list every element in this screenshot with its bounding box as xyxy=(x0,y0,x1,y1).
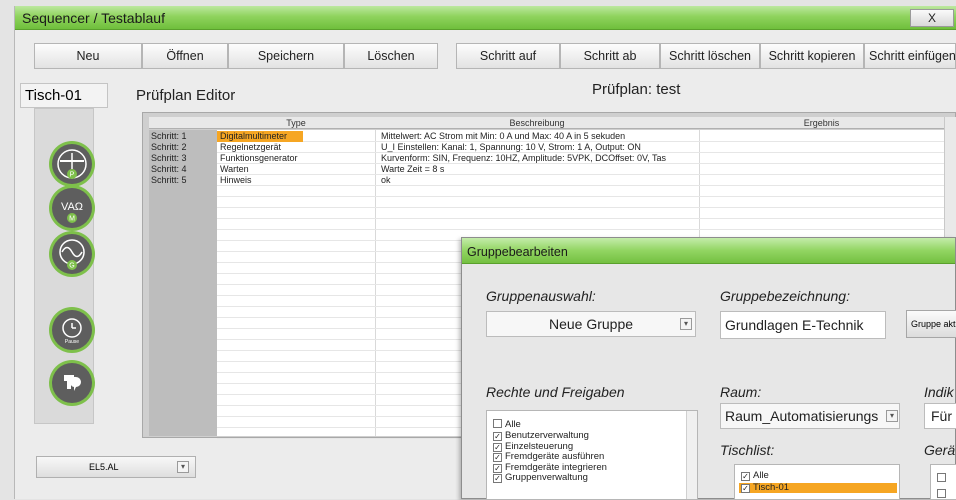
cell-description[interactable]: Kurvenform: SIN, Frequenz: 10HZ, Amplitu… xyxy=(375,153,699,164)
step-delete-button[interactable]: Schritt löschen xyxy=(660,43,760,69)
device-checkbox[interactable] xyxy=(937,473,946,482)
hint-icon[interactable] xyxy=(52,363,92,403)
checkbox[interactable]: ✓ xyxy=(493,463,502,473)
function-generator-icon[interactable]: G xyxy=(52,234,92,274)
column-header-description[interactable]: Beschreibung xyxy=(375,117,699,129)
rights-item-label: Benutzerverwaltung xyxy=(505,430,589,441)
chevron-down-icon[interactable]: ▾ xyxy=(177,461,189,473)
table-list-item[interactable]: ✓ Tisch-01 xyxy=(739,483,897,493)
editor-title: Prüfplan Editor xyxy=(136,87,236,104)
multimeter-text: VAΩ xyxy=(61,201,83,213)
checkbox[interactable]: ✓ xyxy=(493,442,502,452)
rights-item-label: Gruppenverwaltung xyxy=(505,472,588,483)
table-list-item[interactable]: ✓ Alle xyxy=(739,471,897,481)
cell-description[interactable]: Mittelwert: AC Strom mit Min: 0 A und Ma… xyxy=(375,131,699,142)
cell-type[interactable]: Hinweis xyxy=(217,175,375,186)
step-copy-button[interactable]: Schritt kopieren xyxy=(760,43,864,69)
close-button[interactable]: X xyxy=(910,9,954,27)
step-up-button[interactable]: Schritt auf xyxy=(456,43,560,69)
column-header-type[interactable]: Type xyxy=(217,117,375,129)
group-name-label: Gruppebezeichnung: xyxy=(720,288,850,304)
new-button[interactable]: Neu xyxy=(34,43,142,69)
multimeter-badge: M xyxy=(69,216,75,223)
plan-label-text: Prüfplan: xyxy=(592,81,653,98)
chevron-down-icon[interactable]: ▾ xyxy=(680,318,692,330)
checkbox[interactable]: ✓ xyxy=(741,484,750,493)
rights-item[interactable]: ✓ Einzelsteuerung xyxy=(493,440,574,452)
rights-list[interactable]: Alle ✓ Benutzerverwaltung ✓ Einzelsteuerung ✓… xyxy=(486,410,698,500)
table-list-item-label: Tisch-01 xyxy=(753,482,790,493)
function-generator-badge: G xyxy=(69,263,74,270)
row-label[interactable]: Schritt: 4 xyxy=(151,164,215,175)
checkbox[interactable]: ✓ xyxy=(493,432,502,441)
pause-badge: Pause xyxy=(65,339,79,345)
row-label[interactable]: Schritt: 2 xyxy=(151,142,215,153)
group-select[interactable]: Neue Gruppe xyxy=(486,311,696,337)
plan-name: test xyxy=(656,81,681,98)
delete-button[interactable]: Löschen xyxy=(344,43,438,69)
power-supply-icon[interactable]: P xyxy=(52,144,92,184)
table-list[interactable]: ✓ Alle ✓ Tisch-01 xyxy=(734,464,900,500)
multimeter-icon[interactable]: VAΩ M xyxy=(52,188,92,228)
window-titlebar: Sequencer / Testablauf X xyxy=(15,6,956,30)
table-list-label: Tischlist: xyxy=(720,442,775,458)
devices-label: Gerä xyxy=(924,442,956,458)
devices-list[interactable] xyxy=(930,464,956,500)
pause-timer-icon[interactable]: Pause xyxy=(52,310,92,350)
rights-item-label: Alle xyxy=(505,419,521,430)
cell-type[interactable]: Funktionsgenerator xyxy=(217,153,375,164)
step-insert-button[interactable]: Schritt einfügen xyxy=(864,43,956,69)
table-list-item-label: Alle xyxy=(753,470,769,481)
class-select-value: EL5.AL xyxy=(89,462,119,472)
indicator-select[interactable]: Für xyxy=(924,403,956,429)
cell-description[interactable]: ok xyxy=(375,175,699,186)
grid-row-line xyxy=(217,229,944,230)
checkbox[interactable]: ✓ xyxy=(493,453,502,462)
checkbox[interactable]: ✓ xyxy=(741,472,750,481)
device-checkbox[interactable] xyxy=(937,489,946,498)
room-label: Raum: xyxy=(720,384,762,400)
rights-scrollbar[interactable] xyxy=(686,411,697,499)
cell-description[interactable]: U_I Einstellen: Kanal: 1, Spannung: 10 V… xyxy=(375,142,699,153)
checkbox[interactable]: ✓ xyxy=(493,474,502,483)
power-supply-badge: P xyxy=(70,172,75,179)
group-edit-dialog: Gruppebearbeiten Gruppenauswahl: Neue Gr… xyxy=(461,237,956,500)
cell-type[interactable]: Digitalmultimeter xyxy=(217,131,303,142)
dialog-title: Gruppebearbeiten xyxy=(462,238,955,264)
room-select[interactable]: Raum_Automatisierungs xyxy=(720,403,900,429)
open-button[interactable]: Öffnen xyxy=(142,43,228,69)
row-label[interactable]: Schritt: 3 xyxy=(151,153,215,164)
save-button[interactable]: Speichern xyxy=(228,43,344,69)
window-title: Sequencer / Testablauf xyxy=(22,10,165,26)
rights-item[interactable]: ✓ Fremdgeräte ausführen xyxy=(493,452,604,462)
indicator-label: Indik xyxy=(924,384,954,400)
station-label: Tisch-01 xyxy=(20,83,108,108)
cell-type[interactable]: Warten xyxy=(217,164,375,175)
row-label[interactable]: Schritt: 5 xyxy=(151,175,215,186)
rights-item-label: Fremdgeräte integrieren xyxy=(505,461,607,473)
step-down-button[interactable]: Schritt ab xyxy=(560,43,660,69)
group-select-value: Neue Gruppe xyxy=(548,316,634,332)
cell-description[interactable]: Warte Zeit = 8 s xyxy=(375,164,699,175)
rights-label: Rechte und Freigaben xyxy=(486,384,625,400)
rights-item-label: Fremdgeräte ausführen xyxy=(505,451,605,462)
group-update-button[interactable]: Gruppe akt xyxy=(906,310,956,338)
group-select-label: Gruppenauswahl: xyxy=(486,288,596,304)
rights-item[interactable]: Alle xyxy=(493,419,521,430)
rights-item[interactable]: ✓ Gruppenverwaltung xyxy=(493,473,588,483)
rights-item[interactable]: ✓ Fremdgeräte integrieren xyxy=(493,461,607,473)
class-select[interactable]: EL5.AL ▾ xyxy=(36,456,196,478)
group-name-input[interactable]: Grundlagen E-Technik xyxy=(720,311,886,339)
rights-item[interactable]: ✓ Benutzerverwaltung xyxy=(493,431,589,441)
chevron-down-icon[interactable]: ▾ xyxy=(886,410,898,422)
column-header-result[interactable]: Ergebnis xyxy=(699,117,944,129)
cell-type[interactable]: Regelnetzgerät xyxy=(217,142,375,153)
row-label[interactable]: Schritt: 1 xyxy=(151,131,215,142)
grid-row-line xyxy=(217,207,944,208)
grid-row-line xyxy=(217,196,944,197)
grid-row-line xyxy=(217,218,944,219)
plan-label: Prüfplan: test xyxy=(592,81,680,98)
rights-item-label: Einzelsteuerung xyxy=(505,440,574,452)
checkbox[interactable] xyxy=(493,419,502,428)
